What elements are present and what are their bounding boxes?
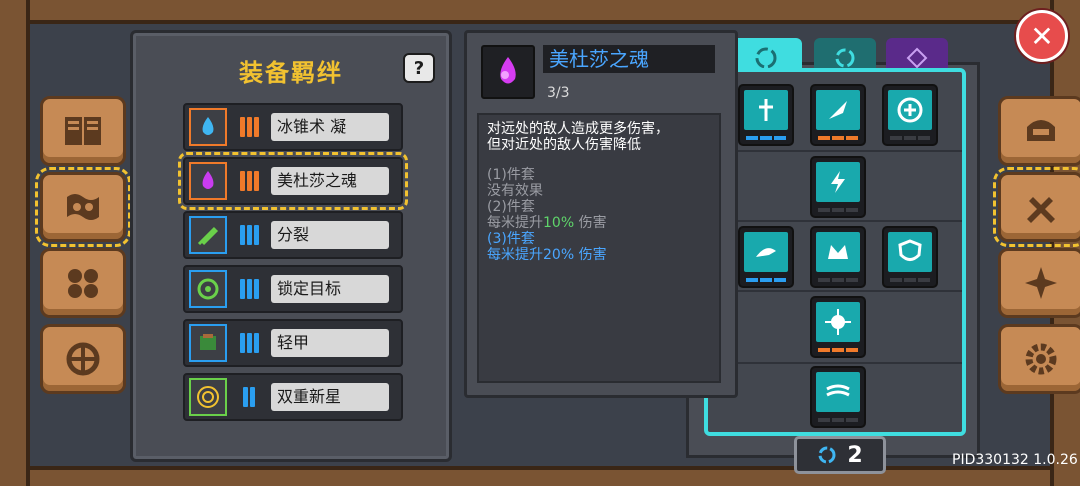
set-label: 轻甲 xyxy=(271,329,389,357)
set-level-bars xyxy=(233,113,265,141)
tier-2-title: (2)件套 xyxy=(487,199,535,215)
gems-icon xyxy=(68,269,98,298)
shard-skill-icon xyxy=(816,90,860,130)
set-label: 锁定目标 xyxy=(271,275,389,303)
dragon-skill-icon xyxy=(744,232,788,272)
set-label: 冰锥术 凝 xyxy=(271,113,389,141)
desc-line: 对远处的敌人造成更多伤害， xyxy=(487,121,669,137)
heal-skill-icon xyxy=(888,90,932,130)
desc-line: 但对近处的敌人伤害降低 xyxy=(487,137,641,153)
set-level-bars xyxy=(233,383,265,411)
skill-slot[interactable] xyxy=(810,366,866,428)
gear-icon xyxy=(1025,343,1057,375)
skill-slot[interactable] xyxy=(738,226,794,288)
grid-divider xyxy=(708,290,962,292)
lightning-skill-icon xyxy=(816,162,860,202)
skill-point-counter: 2 xyxy=(794,436,886,474)
book-tab-button[interactable] xyxy=(40,96,126,166)
skill-slot[interactable] xyxy=(738,84,794,146)
gear-tab-button[interactable] xyxy=(998,324,1080,394)
book-icon xyxy=(65,117,101,145)
skill-slot[interactable] xyxy=(810,84,866,146)
set-detail-panel: 美杜莎之魂 3/3 对远处的敌人造成更多伤害， 但对近处的敌人伤害降低 (1)件… xyxy=(464,30,738,398)
wood-frame-top xyxy=(0,0,1080,24)
skill-slot[interactable] xyxy=(810,226,866,288)
set-row-ice[interactable]: 冰锥术 凝 xyxy=(183,103,403,151)
wheel-icon xyxy=(66,342,100,376)
wind-skill-icon xyxy=(816,372,860,412)
rune-skill-icon xyxy=(744,90,788,130)
star-tab-button[interactable] xyxy=(998,248,1080,318)
target-icon xyxy=(189,270,227,308)
tier-2-desc: 每米提升10% 伤害 xyxy=(487,215,607,231)
ice-flame-icon xyxy=(189,108,227,146)
wood-frame-bottom xyxy=(0,466,1080,486)
helm-tab-button[interactable] xyxy=(40,324,126,394)
set-level-bars xyxy=(233,329,265,357)
grid-divider xyxy=(708,362,962,364)
tier-3-title: (3)件套 xyxy=(487,231,535,247)
skill-slot[interactable] xyxy=(882,226,938,288)
skill-point-value: 2 xyxy=(847,442,863,468)
double-nova-icon xyxy=(189,378,227,416)
set-row-light-armor[interactable]: 轻甲 xyxy=(183,319,403,367)
set-label: 美杜莎之魂 xyxy=(271,167,389,195)
help-button[interactable]: ? xyxy=(403,53,435,83)
set-row-target[interactable]: 锁定目标 xyxy=(183,265,403,313)
purple-soul-icon xyxy=(189,162,227,200)
wood-frame-right xyxy=(1050,0,1080,486)
gems-tab-button[interactable] xyxy=(40,248,126,318)
tier-3-desc: 每米提升20% 伤害 xyxy=(487,247,607,263)
close-button[interactable]: ✕ xyxy=(1016,10,1068,62)
set-level-bars xyxy=(233,221,265,249)
set-count: 3/3 xyxy=(547,85,570,101)
nova-skill-icon xyxy=(816,302,860,342)
light-armor-icon xyxy=(189,324,227,362)
frost-crown-skill-icon xyxy=(816,232,860,272)
star-burst-icon xyxy=(1025,267,1057,299)
tier-1-desc: 没有效果 xyxy=(487,183,543,199)
equipment-set-panel: 装备羁绊 ? 冰锥术 凝 美杜莎之魂 分裂 锁定目标 轻甲 双重新星 xyxy=(130,30,452,462)
set-level-bars xyxy=(233,275,265,303)
skills-tab-button[interactable] xyxy=(993,167,1080,247)
set-label: 双重新星 xyxy=(271,383,389,411)
set-row-medusa[interactable]: 美杜莎之魂 xyxy=(178,152,408,210)
tier-1-title: (1)件套 xyxy=(487,167,535,183)
set-name: 美杜莎之魂 xyxy=(543,45,715,73)
purple-soul-icon xyxy=(481,45,535,99)
grid-divider xyxy=(708,220,962,222)
scroll-icon xyxy=(67,194,99,220)
helmet-icon xyxy=(1027,120,1055,141)
set-row-double-nova[interactable]: 双重新星 xyxy=(183,373,403,421)
grid-divider xyxy=(708,150,962,152)
swirl-icon xyxy=(818,446,836,464)
set-description: 对远处的敌人造成更多伤害， 但对近处的敌人伤害降低 (1)件套 没有效果 (2)… xyxy=(477,113,721,383)
helmet-tab-button[interactable] xyxy=(998,96,1080,166)
skill-slot[interactable] xyxy=(810,296,866,358)
scroll-tab-button[interactable] xyxy=(35,167,131,247)
skill-slot[interactable] xyxy=(810,156,866,218)
build-id: PID330132 1.0.26 xyxy=(952,452,1078,468)
skill-slot[interactable] xyxy=(882,84,938,146)
wood-frame-left xyxy=(0,0,30,486)
set-level-bars xyxy=(233,167,265,195)
panel-title: 装备羁绊 xyxy=(239,59,343,87)
set-row-split[interactable]: 分裂 xyxy=(183,211,403,259)
split-arrows-icon xyxy=(189,216,227,254)
swords-icon xyxy=(1027,197,1055,223)
set-label: 分裂 xyxy=(271,221,389,249)
shield-skill-icon xyxy=(888,232,932,272)
